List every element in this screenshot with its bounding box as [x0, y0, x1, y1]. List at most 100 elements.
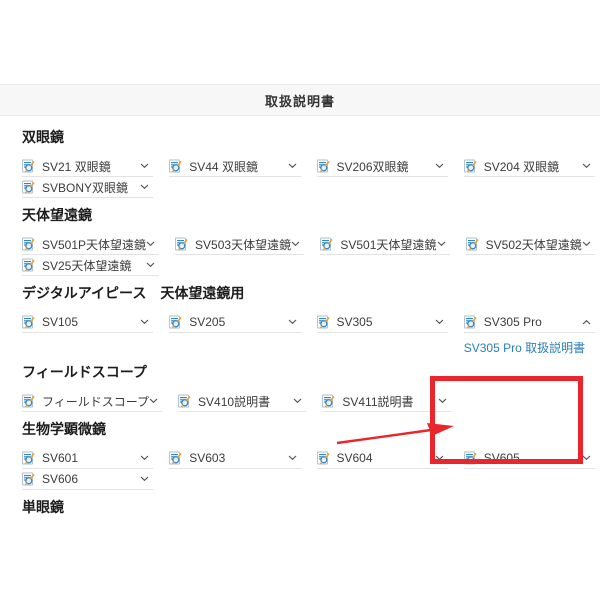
manual-dropdown-item[interactable]: SV601 [22, 448, 153, 469]
manual-item-label: SV502天体望遠鏡 [486, 236, 582, 253]
chevron-down-icon [435, 455, 444, 461]
section-item-grid: SV105 SV205 [22, 312, 595, 355]
manual-item-cell: SV605 [464, 448, 595, 469]
manual-item-label: SV204 双眼鏡 [484, 158, 559, 175]
manual-item-label: フィールドスコープ [42, 393, 149, 410]
manual-dropdown-item[interactable]: SV25天体望遠鏡 [22, 255, 159, 276]
section: 単眼鏡 [22, 500, 595, 526]
chevron-down-icon [288, 455, 297, 461]
section: フィールドスコープ フィールドスコープ [22, 365, 595, 412]
document-search-icon [169, 451, 182, 465]
document-search-icon [22, 258, 35, 272]
section-heading: 天体望遠鏡 [22, 208, 595, 222]
document-search-icon [169, 315, 182, 329]
section-heading: 生物学顕微鏡 [22, 422, 595, 436]
section-item-grid: SV601 SV603 [22, 448, 595, 490]
document-search-icon [317, 315, 330, 329]
manual-item-cell: SV205 [169, 312, 300, 333]
section-heading: デジタルアイピース 天体望遠鏡用 [22, 286, 595, 300]
section-item-grid: フィールドスコープ SV410説明書 [22, 391, 595, 412]
section: デジタルアイピース 天体望遠鏡用 SV105 [22, 286, 595, 355]
manual-dropdown-item[interactable]: SVBONY双眼鏡 [22, 177, 153, 198]
manual-dropdown-item[interactable]: SV305 Pro [464, 312, 595, 333]
manual-item-cell: SV204 双眼鏡 [464, 156, 595, 177]
manual-dropdown-item[interactable]: SV501天体望遠鏡 [320, 234, 449, 255]
chevron-down-icon [582, 163, 591, 169]
chevron-down-icon [146, 241, 155, 247]
chevron-down-icon [437, 241, 446, 247]
document-search-icon [322, 394, 335, 408]
chevron-down-icon [140, 455, 149, 461]
chevron-down-icon [438, 398, 447, 404]
manual-item-cell: SV502天体望遠鏡 [466, 234, 595, 255]
manual-item-cell: SVBONY双眼鏡 [22, 177, 153, 198]
section-heading: 単眼鏡 [22, 500, 595, 514]
section-heading: 双眼鏡 [22, 130, 595, 144]
document-search-icon [22, 451, 35, 465]
manual-item-label: SV206双眼鏡 [337, 158, 409, 175]
section-heading: フィールドスコープ [22, 365, 595, 379]
manual-item-cell: SV501天体望遠鏡 [320, 234, 449, 255]
manual-sections: 双眼鏡 SV21 双眼鏡 [0, 116, 600, 526]
manual-item-label: SV205 [189, 315, 225, 329]
document-search-icon [320, 237, 333, 251]
chevron-down-icon [140, 319, 149, 325]
document-search-icon [317, 159, 330, 173]
manual-dropdown-item[interactable]: SV501P天体望遠鏡 [22, 234, 159, 255]
manual-dropdown-item[interactable]: SV605 [464, 448, 595, 469]
manual-item-label: SV606 [42, 472, 78, 486]
manual-dropdown-item[interactable]: SV105 [22, 312, 153, 333]
chevron-up-icon [582, 319, 591, 325]
manual-item-label: SV501P天体望遠鏡 [42, 236, 146, 253]
document-search-icon [22, 472, 35, 486]
document-search-icon [22, 159, 35, 173]
document-search-icon [317, 451, 330, 465]
manual-dropdown-item[interactable]: SV411説明書 [322, 391, 450, 412]
manual-item-label: SV605 [484, 451, 520, 465]
manual-item-cell: SV44 双眼鏡 [169, 156, 300, 177]
manual-item-cell: SV305 Pro SV305 Pro 取扱説明書 [464, 312, 595, 355]
manual-item-label: SV411説明書 [342, 393, 413, 410]
manual-item-cell: SV604 [317, 448, 448, 469]
manual-dropdown-item[interactable]: SV606 [22, 469, 153, 490]
document-search-icon [466, 237, 479, 251]
manual-item-label: SV603 [189, 451, 225, 465]
chevron-down-icon [435, 163, 444, 169]
section: 生物学顕微鏡 SV601 [22, 422, 595, 490]
manual-dropdown-item[interactable]: SV410説明書 [178, 391, 306, 412]
manual-dropdown-item[interactable]: SV206双眼鏡 [317, 156, 448, 177]
manual-item-label: SV604 [337, 451, 373, 465]
document-search-icon [22, 315, 35, 329]
chevron-down-icon [140, 184, 149, 190]
manual-item-cell: SV25天体望遠鏡 [22, 255, 159, 276]
manual-pdf-link[interactable]: SV305 Pro 取扱説明書 [464, 341, 595, 355]
manual-dropdown-item[interactable]: SV305 [317, 312, 448, 333]
manual-item-cell: SV411説明書 [322, 391, 450, 412]
manual-item-cell: SV601 [22, 448, 153, 469]
section: 双眼鏡 SV21 双眼鏡 [22, 130, 595, 198]
manual-item-cell: SV206双眼鏡 [317, 156, 448, 177]
chevron-down-icon [582, 455, 591, 461]
chevron-down-icon [582, 241, 591, 247]
document-search-icon [22, 237, 35, 251]
manual-item-label: SV25天体望遠鏡 [42, 257, 131, 274]
manual-dropdown-item[interactable]: SV603 [169, 448, 300, 469]
manual-dropdown-item[interactable]: フィールドスコープ [22, 391, 162, 412]
manual-item-cell: SV603 [169, 448, 300, 469]
manual-dropdown-item[interactable]: SV21 双眼鏡 [22, 156, 153, 177]
manual-dropdown-item[interactable]: SV604 [317, 448, 448, 469]
document-search-icon [22, 394, 35, 408]
manual-dropdown-item[interactable]: SV204 双眼鏡 [464, 156, 595, 177]
chevron-down-icon [288, 163, 297, 169]
manual-dropdown-item[interactable]: SV205 [169, 312, 300, 333]
manual-dropdown-item[interactable]: SV502天体望遠鏡 [466, 234, 595, 255]
manual-item-label: SV503天体望遠鏡 [195, 236, 291, 253]
chevron-down-icon [288, 319, 297, 325]
chevron-down-icon [435, 319, 444, 325]
document-search-icon [175, 237, 188, 251]
page-title-bar: 取扱説明書 [0, 84, 600, 116]
manual-item-label: SV21 双眼鏡 [42, 158, 111, 175]
manual-dropdown-item[interactable]: SV503天体望遠鏡 [175, 234, 304, 255]
manual-item-label: SV305 Pro [484, 315, 542, 329]
manual-dropdown-item[interactable]: SV44 双眼鏡 [169, 156, 300, 177]
